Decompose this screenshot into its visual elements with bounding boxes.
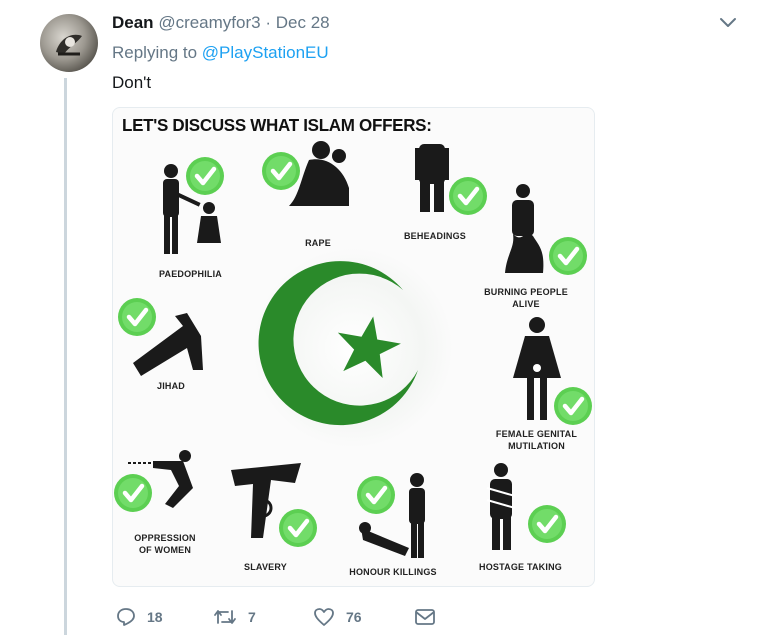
pictogram-hostage <box>486 463 516 550</box>
tweet-text: Don't <box>112 73 152 92</box>
label-jihad: JIHAD <box>156 381 185 391</box>
retweet-count: 7 <box>248 609 256 625</box>
label-hostage-taking: HOSTAGE TAKING <box>479 562 562 572</box>
pictogram-fgm <box>513 317 561 420</box>
label-slavery: SLAVERY <box>244 562 287 572</box>
label-paedophilia: PAEDOPHILIA <box>158 269 223 279</box>
image-title: LET'S DISCUSS WHAT ISLAM OFFERS: <box>122 115 432 136</box>
chevron-down-icon[interactable] <box>718 16 738 30</box>
author-name[interactable]: Dean <box>112 13 154 32</box>
tweet-date[interactable]: Dec 28 <box>276 13 330 32</box>
retweet-icon <box>214 610 236 624</box>
envelope-icon <box>415 609 435 625</box>
tweet-media-image[interactable]: LET'S DISCUSS WHAT ISLAM OFFERS: PAEDOPH… <box>112 107 595 587</box>
reply-prefix: Replying to <box>112 43 198 62</box>
pictogram-burning <box>505 184 544 273</box>
like-count: 76 <box>346 609 362 625</box>
label-oppression: OPPRESSION OF WOMEN <box>134 533 196 555</box>
reply-button[interactable]: 18 <box>116 604 163 630</box>
replying-to: Replying to @PlayStationEU <box>112 43 329 63</box>
tweet-header: Dean @creamyfor3 · Dec 28 <box>112 13 330 33</box>
direct-message-button[interactable] <box>414 604 436 630</box>
retweet-button[interactable]: 7 <box>213 604 256 630</box>
avatar-image <box>56 34 82 56</box>
reply-to-link[interactable]: @PlayStationEU <box>202 43 329 62</box>
thread-line <box>64 78 67 635</box>
separator-dot: · <box>265 13 272 32</box>
label-fgm: FEMALE GENITAL MUTILATION <box>495 429 578 451</box>
pictogram-beheadings <box>415 144 449 212</box>
tweet-actions: 18 7 76 <box>112 604 492 630</box>
heart-icon <box>314 608 334 626</box>
reply-count: 18 <box>147 609 163 625</box>
label-rape: RAPE <box>305 238 331 248</box>
avatar[interactable] <box>40 14 98 72</box>
like-button[interactable]: 76 <box>313 604 362 630</box>
label-beheadings: BEHEADINGS <box>403 231 466 241</box>
label-burning-people-alive: BURNING PEOPLE ALIVE <box>484 287 568 309</box>
meme-graphic <box>113 141 594 558</box>
label-honour-killings: HONOUR KILLINGS <box>349 567 437 577</box>
author-handle[interactable]: @creamyfor3 <box>158 13 260 32</box>
reply-icon <box>117 608 135 626</box>
